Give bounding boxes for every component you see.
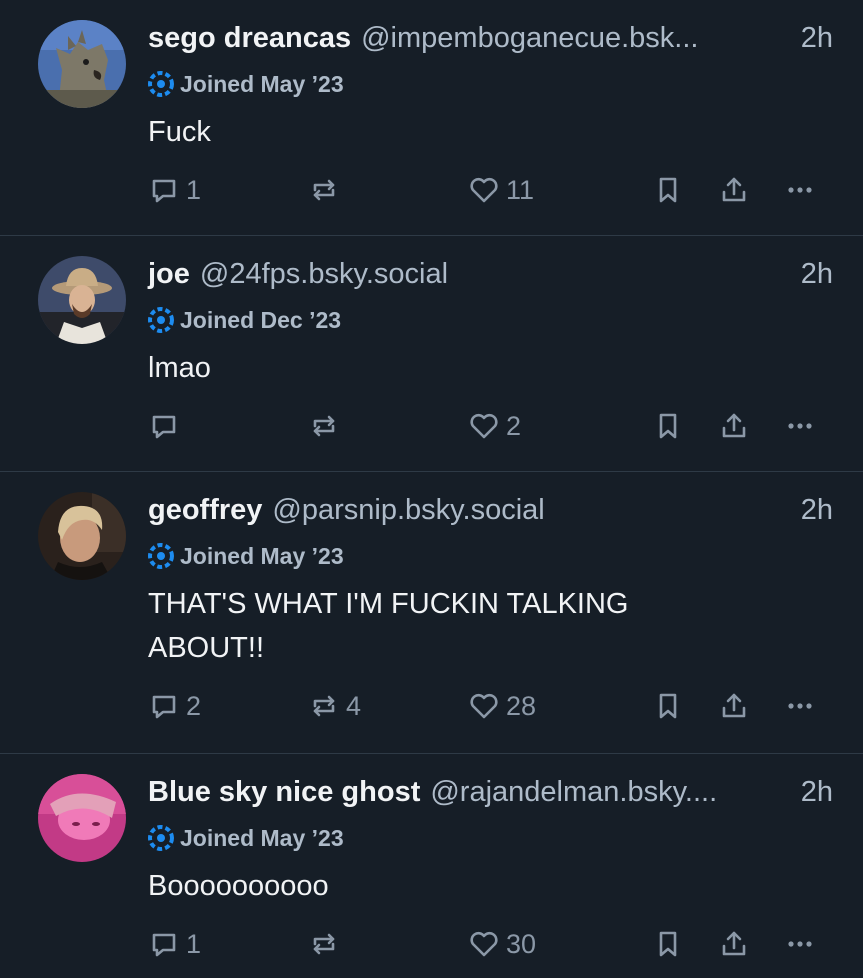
post-actions: 2 [148, 406, 833, 446]
like-button[interactable]: 11 [468, 170, 534, 210]
post-feed: sego dreancas @impemboganecue.bsk... 2h … [0, 0, 863, 978]
like-button[interactable]: 2 [468, 406, 521, 446]
share-icon [722, 693, 746, 718]
like-count: 30 [506, 928, 537, 959]
repost-icon [313, 179, 335, 201]
author-handle[interactable]: @impemboganecue.bsk... [361, 14, 698, 62]
post-text: Fuck [148, 116, 211, 148]
author-name[interactable]: geoffrey [148, 486, 262, 534]
like-count: 11 [506, 174, 535, 205]
share-icon [722, 177, 746, 202]
like-count: 28 [506, 690, 537, 721]
reply-button[interactable]: 1 [148, 170, 201, 210]
heart-icon [470, 413, 498, 439]
share-icon [722, 413, 746, 438]
share-button[interactable] [718, 406, 750, 446]
new-account-badge-icon [148, 543, 174, 569]
avatar[interactable] [38, 20, 126, 108]
bookmark-button[interactable] [652, 170, 684, 210]
more-icon [788, 941, 812, 947]
feed-post[interactable]: Blue sky nice ghost @rajandelman.bsky...… [0, 754, 863, 978]
repost-icon [313, 933, 335, 955]
more-options-button[interactable] [784, 686, 816, 726]
joined-badge: Joined Dec ’23 [148, 300, 833, 340]
joined-badge: Joined May ’23 [148, 536, 833, 576]
reply-button[interactable] [148, 406, 186, 446]
bookmark-button[interactable] [652, 924, 684, 964]
new-account-badge-icon [148, 71, 174, 97]
bookmark-button[interactable] [652, 406, 684, 446]
joined-text: Joined May ’23 [180, 542, 344, 569]
more-icon [788, 423, 812, 429]
heart-icon [470, 177, 498, 203]
post-text: THAT'S WHAT I'M FUCKIN TALKING ABOUT!! [148, 588, 629, 664]
heart-icon [470, 693, 498, 719]
joined-text: Joined Dec ’23 [180, 306, 342, 333]
post-timestamp[interactable]: 2h [801, 250, 833, 298]
new-account-badge-icon [148, 307, 174, 333]
repost-count: 4 [346, 690, 362, 721]
like-button[interactable]: 28 [468, 686, 536, 726]
post-actions: 1 11 [148, 170, 833, 210]
reply-icon [152, 179, 176, 203]
more-icon [788, 703, 812, 709]
post-timestamp[interactable]: 2h [801, 768, 833, 816]
reply-icon [152, 933, 176, 957]
repost-button[interactable] [308, 406, 346, 446]
post-text: Boooooooooo [148, 870, 329, 902]
repost-button[interactable]: 4 [308, 686, 361, 726]
heart-icon [470, 931, 498, 957]
feed-post[interactable]: geoffrey @parsnip.bsky.social 2h Joined … [0, 472, 863, 754]
more-options-button[interactable] [784, 170, 816, 210]
post-timestamp[interactable]: 2h [801, 486, 833, 534]
author-name[interactable]: sego dreancas [148, 14, 351, 62]
reply-button[interactable]: 2 [148, 686, 201, 726]
post-timestamp[interactable]: 2h [801, 14, 833, 62]
reply-count: 1 [186, 928, 202, 959]
bookmark-button[interactable] [652, 686, 684, 726]
repost-icon [313, 415, 335, 437]
more-icon [788, 187, 812, 193]
joined-text: Joined May ’23 [180, 824, 344, 851]
post-text: lmao [148, 352, 211, 384]
author-name[interactable]: Blue sky nice ghost [148, 768, 420, 816]
like-button[interactable]: 30 [468, 924, 536, 964]
author-handle[interactable]: @parsnip.bsky.social [272, 486, 544, 534]
bookmark-icon [659, 693, 677, 719]
joined-badge: Joined May ’23 [148, 818, 833, 858]
post-actions: 2 4 28 [148, 686, 833, 726]
bookmark-icon [659, 177, 677, 203]
reply-icon [152, 415, 176, 439]
reply-button[interactable]: 1 [148, 924, 201, 964]
reply-icon [152, 695, 176, 719]
feed-post[interactable]: joe @24fps.bsky.social 2h Joined Dec ’23… [0, 236, 863, 472]
repost-icon [313, 695, 335, 717]
bookmark-icon [659, 413, 677, 439]
repost-button[interactable] [308, 924, 346, 964]
avatar[interactable] [38, 256, 126, 344]
reply-count: 1 [186, 174, 202, 205]
share-icon [722, 931, 746, 956]
more-options-button[interactable] [784, 406, 816, 446]
author-handle[interactable]: @rajandelman.bsky.... [430, 768, 717, 816]
post-actions: 1 30 [148, 924, 833, 964]
joined-text: Joined May ’23 [180, 70, 344, 97]
joined-badge: Joined May ’23 [148, 64, 833, 104]
avatar[interactable] [38, 774, 126, 862]
new-account-badge-icon [148, 825, 174, 851]
share-button[interactable] [718, 924, 750, 964]
reply-count: 2 [186, 690, 202, 721]
author-name[interactable]: joe [148, 250, 190, 298]
more-options-button[interactable] [784, 924, 816, 964]
author-handle[interactable]: @24fps.bsky.social [200, 250, 448, 298]
share-button[interactable] [718, 170, 750, 210]
share-button[interactable] [718, 686, 750, 726]
like-count: 2 [506, 410, 522, 441]
repost-button[interactable] [308, 170, 346, 210]
feed-post[interactable]: sego dreancas @impemboganecue.bsk... 2h … [0, 0, 863, 236]
bookmark-icon [659, 931, 677, 957]
avatar[interactable] [38, 492, 126, 580]
